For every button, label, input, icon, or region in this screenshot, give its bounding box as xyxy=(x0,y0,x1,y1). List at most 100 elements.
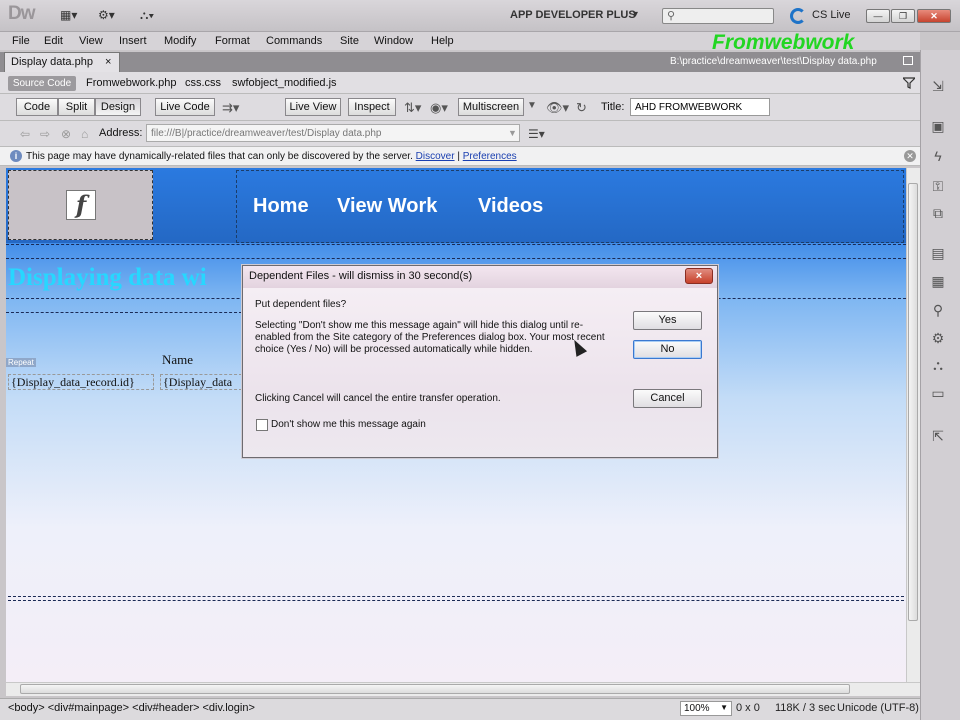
dialog-title: Dependent Files - will dismiss in 30 sec… xyxy=(249,270,473,282)
settings-icon[interactable]: ⚙ xyxy=(929,330,947,346)
close-icon[interactable]: × xyxy=(105,56,111,68)
divider xyxy=(6,312,242,313)
chevron-down-icon: ▼ xyxy=(720,703,728,712)
bindings-icon[interactable]: ▦ xyxy=(929,273,947,289)
close-icon[interactable]: ✕ xyxy=(904,150,916,162)
multiscreen-button[interactable]: Multiscreen xyxy=(458,98,524,116)
divider xyxy=(6,258,906,259)
table-cell-id[interactable]: {Display_data_record.id} xyxy=(8,374,154,390)
zoom-select[interactable]: 100% ▼ xyxy=(680,701,732,716)
behaviors-icon[interactable]: ϟ xyxy=(929,148,947,164)
home-icon[interactable]: ⌂ xyxy=(81,127,88,141)
back-icon[interactable]: ⇦ xyxy=(20,127,30,141)
code-view-button[interactable]: Code xyxy=(16,98,58,116)
preferences-link[interactable]: Preferences xyxy=(463,151,517,162)
tag-selector[interactable]: <body> <div#mainpage> <div#header> <div.… xyxy=(8,702,255,714)
nav-link-videos[interactable]: Videos xyxy=(478,195,543,218)
chevron-down-icon[interactable]: ▼ xyxy=(508,128,517,138)
discover-link[interactable]: Discover xyxy=(416,151,455,162)
sitemap-icon[interactable]: ⛬ xyxy=(929,357,947,373)
database-icon[interactable]: ▤ xyxy=(929,245,947,261)
server-behaviors-icon[interactable]: ⚿ xyxy=(929,178,947,194)
insert-panel-icon[interactable]: ⇲ xyxy=(929,78,947,94)
dialog-cancel-note: Clicking Cancel will cancel the entire t… xyxy=(255,393,501,404)
chevron-down-icon[interactable]: ▼ xyxy=(527,100,537,111)
dialog-message: Selecting "Don't show me this message ag… xyxy=(255,320,605,355)
chevron-down-icon[interactable]: ▾ xyxy=(633,9,638,25)
menu-site[interactable]: Site xyxy=(340,35,359,47)
related-file-css[interactable]: css.css xyxy=(185,77,221,89)
layout-icon[interactable]: ▦▾ xyxy=(60,8,77,24)
visual-aids-icon[interactable]: 👁▾ xyxy=(546,100,569,116)
nav-link-home[interactable]: Home xyxy=(253,195,309,218)
table-cell-name[interactable]: {Display_data xyxy=(160,374,242,390)
browser-options-icon[interactable]: ☰▾ xyxy=(528,127,545,141)
assets-icon[interactable]: ▭ xyxy=(929,385,947,401)
info-separator: | xyxy=(457,151,460,162)
encoding: Unicode (UTF-8) xyxy=(837,702,919,714)
cs-live-button[interactable]: CS Live xyxy=(812,9,851,21)
address-input[interactable] xyxy=(146,124,520,142)
forward-icon[interactable]: ⇨ xyxy=(40,127,50,141)
address-label: Address: xyxy=(99,127,143,139)
close-window-button[interactable]: ✕ xyxy=(917,9,951,23)
menu-view[interactable]: View xyxy=(79,35,103,47)
filter-icon[interactable] xyxy=(903,77,915,89)
no-button[interactable]: No xyxy=(633,340,702,359)
vertical-scroll-thumb[interactable] xyxy=(908,183,918,621)
divider xyxy=(6,244,906,245)
dont-show-again-label[interactable]: Don't show me this message again xyxy=(271,419,426,430)
nav-link-view-work[interactable]: View Work xyxy=(337,195,437,218)
menu-format[interactable]: Format xyxy=(215,35,250,47)
page-title-input[interactable] xyxy=(630,98,770,116)
info-message-text: This page may have dynamically-related f… xyxy=(26,151,413,162)
menu-edit[interactable]: Edit xyxy=(44,35,63,47)
document-tab[interactable]: Display data.php × xyxy=(4,52,120,72)
zoom-value: 100% xyxy=(684,703,710,714)
check-browser-icon[interactable]: ⇉▾ xyxy=(222,100,239,116)
preview-browser-icon[interactable]: ◉▾ xyxy=(430,100,448,116)
refresh-icon[interactable]: ↻ xyxy=(576,100,587,116)
divider xyxy=(8,600,904,601)
stop-icon[interactable]: ⊗ xyxy=(61,127,71,141)
gear-icon[interactable]: ⚙▾ xyxy=(98,8,115,24)
site-manager-icon[interactable]: ⛬▾ xyxy=(140,8,154,24)
window-size[interactable]: 0 x 0 xyxy=(736,702,760,714)
cancel-button[interactable]: Cancel xyxy=(633,389,702,408)
menu-window[interactable]: Window xyxy=(374,35,413,47)
column-header-name: Name xyxy=(162,352,194,367)
title-label: Title: xyxy=(601,101,625,113)
live-code-button[interactable]: Live Code xyxy=(155,98,215,116)
restore-document-icon[interactable] xyxy=(903,56,913,65)
workspace-switcher[interactable]: APP DEVELOPER PLUS xyxy=(510,9,636,21)
document-tab-label: Display data.php xyxy=(11,56,93,68)
related-file-js[interactable]: swfobject_modified.js xyxy=(232,77,337,89)
divider xyxy=(8,596,904,597)
menu-commands[interactable]: Commands xyxy=(266,35,322,47)
live-view-button[interactable]: Live View xyxy=(285,98,341,116)
yes-button[interactable]: Yes xyxy=(633,311,702,330)
related-file-php[interactable]: Fromwebwork.php xyxy=(86,77,176,89)
menu-insert[interactable]: Insert xyxy=(119,35,147,47)
cube-icon[interactable]: ▣ xyxy=(929,118,947,134)
menu-file[interactable]: File xyxy=(12,35,30,47)
inspect-button[interactable]: Inspect xyxy=(348,98,396,116)
menu-help[interactable]: Help xyxy=(431,35,454,47)
menu-modify[interactable]: Modify xyxy=(164,35,196,47)
minimize-button[interactable]: — xyxy=(866,9,890,23)
expand-panels-icon[interactable]: ⇱ xyxy=(929,428,947,444)
help-search-input[interactable]: ⚲ xyxy=(662,8,774,24)
source-code-tab[interactable]: Source Code xyxy=(8,76,76,91)
file-management-icon[interactable]: ⇅▾ xyxy=(404,100,421,116)
dont-show-again-checkbox[interactable] xyxy=(256,419,268,431)
split-view-button[interactable]: Split xyxy=(58,98,95,116)
horizontal-scroll-thumb[interactable] xyxy=(20,684,850,694)
cs-live-icon xyxy=(790,8,806,24)
close-icon[interactable]: × xyxy=(685,268,713,284)
components-icon[interactable]: ⧉ xyxy=(929,205,947,221)
design-view-button[interactable]: Design xyxy=(95,98,141,116)
restore-button[interactable]: ❐ xyxy=(891,9,915,23)
flash-icon: f xyxy=(66,190,96,220)
search-icon[interactable]: ⚲ xyxy=(929,302,947,318)
page-heading: Displaying data wi xyxy=(8,264,207,291)
